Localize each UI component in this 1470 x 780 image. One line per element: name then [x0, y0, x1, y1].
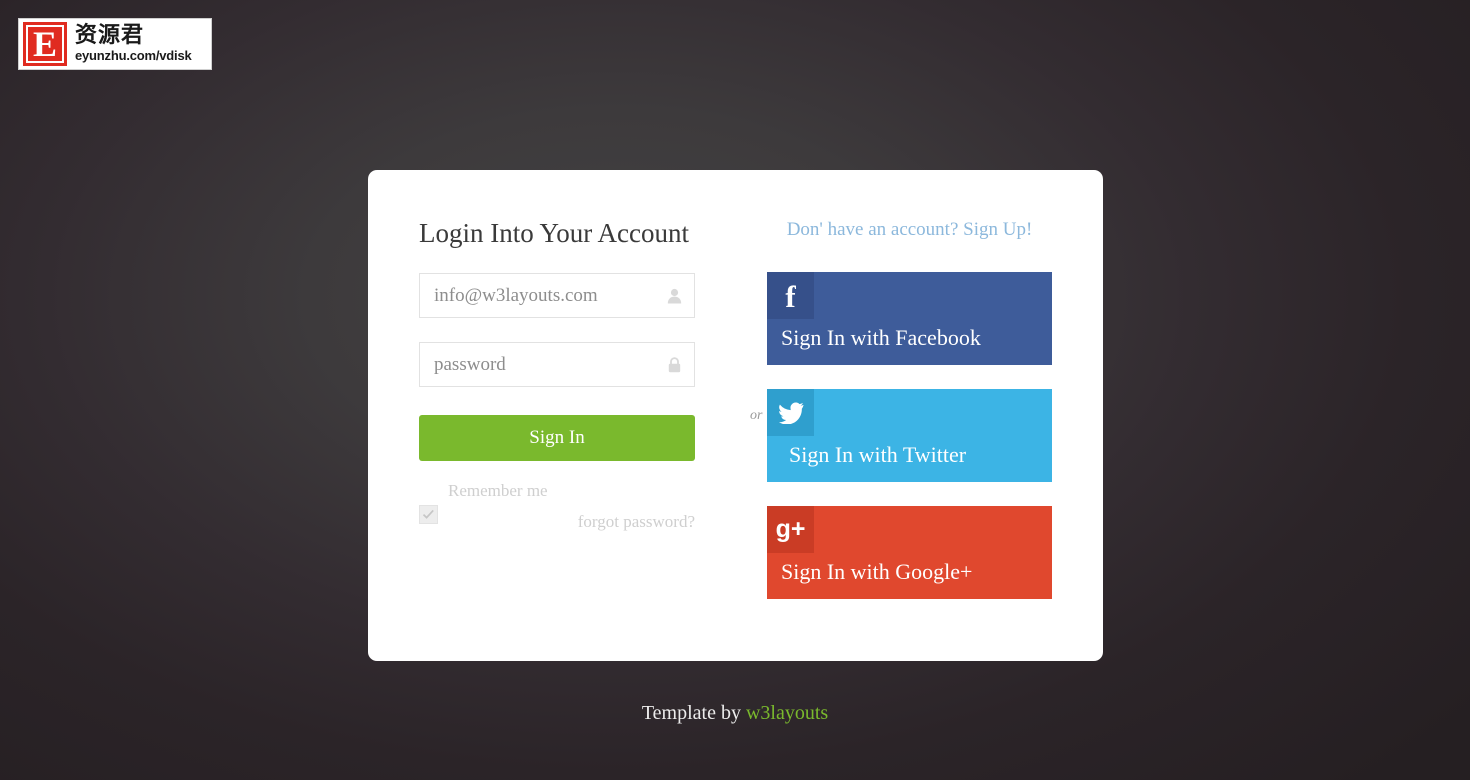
- sign-in-facebook-button[interactable]: f Sign In with Facebook: [767, 272, 1052, 365]
- page-title: Login Into Your Account: [419, 218, 689, 248]
- social-login-column: Don' have an account? Sign Up! or f Sign…: [750, 217, 1052, 599]
- check-icon: [422, 509, 434, 519]
- facebook-icon: f: [767, 272, 814, 319]
- password-input[interactable]: [420, 343, 694, 386]
- sign-in-google-plus-button[interactable]: g+ Sign In with Google+: [767, 506, 1052, 599]
- twitter-icon: [767, 389, 814, 436]
- sign-up-link[interactable]: Don' have an account? Sign Up!: [767, 217, 1052, 243]
- sign-in-facebook-label: Sign In with Facebook: [781, 325, 981, 350]
- sign-in-twitter-button[interactable]: Sign In with Twitter: [767, 389, 1052, 482]
- sign-in-google-plus-label: Sign In with Google+: [781, 559, 973, 584]
- password-field-wrapper[interactable]: [419, 342, 695, 387]
- sign-in-twitter-label: Sign In with Twitter: [789, 442, 967, 467]
- login-form-column: Login Into Your Account Sign In Remembe: [419, 217, 695, 551]
- sign-in-button[interactable]: Sign In: [419, 415, 695, 461]
- email-field-wrapper[interactable]: [419, 273, 695, 318]
- footer-prefix: Template by: [641, 702, 746, 724]
- logo-initial: E: [26, 25, 64, 63]
- remember-forgot-row: Remember me forgot password?: [419, 481, 695, 551]
- login-card: Login Into Your Account Sign In Remembe: [368, 170, 1103, 661]
- logo-url: eyunzhu.com/vdisk: [75, 48, 192, 63]
- footer-brand-link[interactable]: w3layouts: [746, 702, 828, 724]
- email-input[interactable]: [420, 274, 694, 317]
- google-plus-icon: g+: [767, 506, 814, 553]
- or-divider-label: or: [750, 408, 763, 423]
- remember-me-label: Remember me: [448, 481, 548, 500]
- site-logo[interactable]: E 资源君 eyunzhu.com/vdisk: [18, 18, 212, 70]
- footer: Template by w3layouts: [0, 702, 1470, 725]
- logo-text-block: 资源君 eyunzhu.com/vdisk: [75, 24, 192, 64]
- facebook-glyph: f: [785, 279, 796, 314]
- logo-chinese-name: 资源君: [75, 23, 145, 48]
- forgot-password-link[interactable]: forgot password?: [578, 512, 695, 532]
- logo-mark-icon: E: [23, 22, 67, 66]
- google-plus-glyph: g+: [775, 515, 806, 543]
- remember-me-checkbox[interactable]: [419, 505, 438, 524]
